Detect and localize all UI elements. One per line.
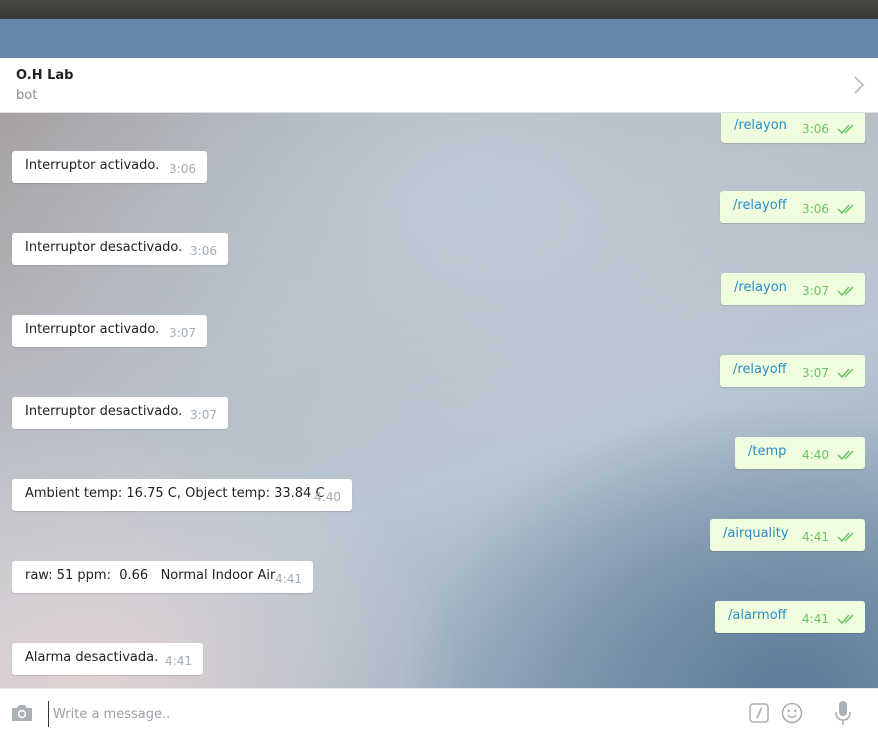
double-check-icon [837, 286, 854, 297]
microphone-icon[interactable] [834, 700, 852, 726]
message-time: 3:07 [169, 326, 196, 340]
message-text: Interruptor activado. [25, 158, 160, 173]
double-check-icon [837, 124, 854, 135]
slash-command-icon[interactable] [749, 703, 769, 723]
double-check-icon [837, 368, 854, 379]
message-text: /relayoff [733, 362, 787, 377]
message-input[interactable] [48, 701, 735, 727]
message-list[interactable]: /relayon 3:06 Interruptor activado. 3:06… [0, 113, 878, 688]
message-text: /alarmoff [728, 608, 787, 623]
message-time: 4:41 [275, 572, 302, 586]
message-outgoing[interactable]: /relayoff 3:06 [720, 191, 865, 223]
message-incoming[interactable]: Interruptor activado. 3:06 [12, 151, 207, 183]
message-outgoing[interactable]: /alarmoff 4:41 [715, 601, 865, 633]
message-text: Interruptor activado. [25, 322, 160, 337]
camera-icon[interactable] [10, 703, 34, 723]
message-text: raw: 51 ppm: 0.66 Normal Indoor Air [25, 568, 276, 583]
message-time: 4:41 [802, 612, 829, 626]
message-text: Alarma desactivada. [25, 650, 159, 665]
message-incoming[interactable]: Ambient temp: 16.75 C, Object temp: 33.8… [12, 479, 352, 511]
double-check-icon [837, 204, 854, 215]
chat-status: bot [16, 88, 38, 103]
chevron-right-icon[interactable] [852, 74, 866, 96]
double-check-icon [837, 614, 854, 625]
chat-header[interactable]: O.H Lab bot [0, 58, 878, 113]
message-time: 3:06 [190, 244, 217, 258]
message-incoming[interactable]: raw: 51 ppm: 0.66 Normal Indoor Air 4:41 [12, 561, 313, 593]
emoji-icon[interactable] [781, 702, 803, 724]
double-check-icon [837, 450, 854, 461]
message-time: 4:40 [802, 448, 829, 462]
message-text: /temp [748, 444, 787, 459]
message-text: Ambient temp: 16.75 C, Object temp: 33.8… [25, 486, 325, 501]
message-time: 3:06 [802, 202, 829, 216]
top-color-band [0, 19, 878, 58]
message-outgoing[interactable]: /relayon 3:07 [721, 273, 865, 305]
message-outgoing[interactable]: /relayoff 3:07 [720, 355, 865, 387]
message-incoming[interactable]: Interruptor desactivado. 3:07 [12, 397, 228, 429]
message-incoming[interactable]: Interruptor desactivado. 3:06 [12, 233, 228, 265]
chat-title: O.H Lab [16, 68, 74, 83]
message-time: 4:41 [802, 530, 829, 544]
double-check-icon [837, 532, 854, 543]
message-time: 3:07 [802, 284, 829, 298]
message-outgoing[interactable]: /airquality 4:41 [710, 519, 865, 551]
message-incoming[interactable]: Interruptor activado. 3:07 [12, 315, 207, 347]
message-time: 3:06 [169, 162, 196, 176]
message-time: 4:41 [165, 654, 192, 668]
message-text: /relayoff [733, 198, 787, 213]
message-text: Interruptor desactivado. [25, 404, 183, 419]
message-time: 3:06 [802, 122, 829, 136]
window-titlebar [0, 0, 878, 19]
message-time: 4:40 [314, 490, 341, 504]
message-text: /relayon [734, 118, 787, 133]
message-text: /airquality [723, 526, 789, 541]
message-incoming[interactable]: Alarma desactivada. 4:41 [12, 643, 203, 675]
message-outgoing[interactable]: /temp 4:40 [735, 437, 865, 469]
message-composer [0, 688, 878, 736]
message-outgoing[interactable]: /relayon 3:06 [721, 113, 865, 143]
message-text: Interruptor desactivado. [25, 240, 183, 255]
message-text: /relayon [734, 280, 787, 295]
message-time: 3:07 [802, 366, 829, 380]
message-time: 3:07 [190, 408, 217, 422]
